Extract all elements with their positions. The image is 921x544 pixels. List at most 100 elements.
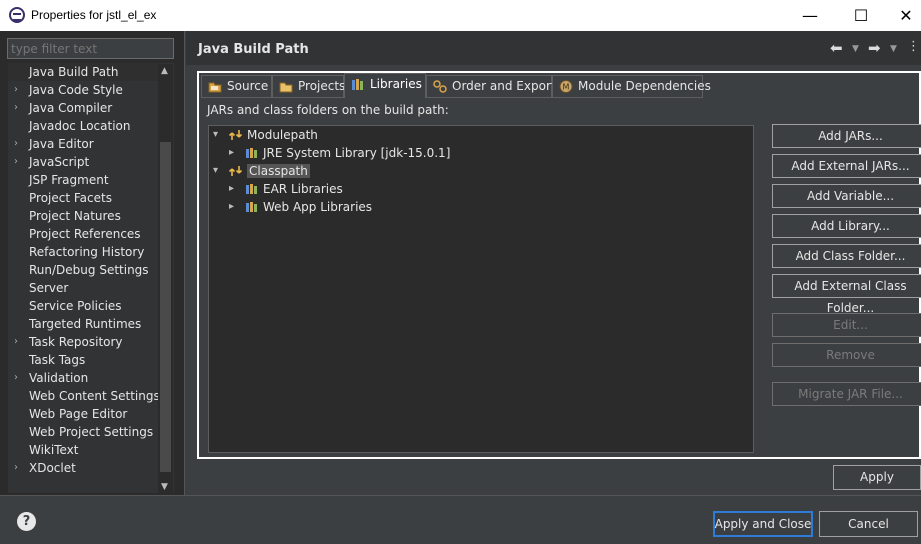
close-button[interactable]: ✕ bbox=[883, 0, 921, 31]
scroll-up-icon[interactable]: ▲ bbox=[161, 66, 168, 76]
library-icon bbox=[246, 184, 257, 194]
nav-item-label: Targeted Runtimes bbox=[29, 317, 142, 331]
edit-button[interactable]: Edit... bbox=[772, 313, 921, 337]
nav-item-label: Service Policies bbox=[29, 299, 122, 313]
tab-label: Projects bbox=[298, 79, 346, 93]
nav-item[interactable]: Refactoring History bbox=[8, 243, 158, 261]
nav-item[interactable]: › Java Code Style bbox=[8, 81, 158, 99]
nav-item-label: Refactoring History bbox=[29, 245, 145, 259]
expand-chevron-icon[interactable]: › bbox=[14, 369, 18, 387]
nav-item[interactable]: › Validation bbox=[8, 369, 158, 387]
nav-item-label: Project Facets bbox=[29, 191, 112, 205]
apply-button[interactable]: Apply bbox=[833, 465, 921, 490]
nav-item[interactable]: Javadoc Location bbox=[8, 117, 158, 135]
tree-node-classpath[interactable]: ▾ Classpath bbox=[209, 162, 310, 180]
properties-nav-panel: Java Build Path › Java Code Style › Java Com… bbox=[0, 31, 185, 495]
nav-item[interactable]: WikiText bbox=[8, 441, 158, 459]
nav-item[interactable]: Java Build Path bbox=[8, 63, 158, 81]
tree-node-label: Web App Libraries bbox=[263, 200, 373, 214]
projects-icon bbox=[279, 82, 293, 93]
collapsed-chevron-icon[interactable]: ▸ bbox=[229, 144, 234, 162]
nav-item[interactable]: › Java Editor bbox=[8, 135, 158, 153]
nav-item[interactable]: Project References bbox=[8, 225, 158, 243]
collapsed-chevron-icon[interactable]: ▸ bbox=[229, 198, 234, 216]
add-external-jars-button[interactable]: Add External JARs... bbox=[772, 154, 921, 178]
expand-chevron-icon[interactable]: › bbox=[14, 135, 18, 153]
view-menu-icon[interactable]: ⋮ bbox=[907, 39, 920, 54]
nav-item[interactable]: Server bbox=[8, 279, 158, 297]
expand-chevron-icon[interactable]: › bbox=[14, 153, 18, 171]
back-menu-chevron-icon[interactable]: ▼ bbox=[852, 44, 859, 54]
nav-item[interactable]: › Task Repository bbox=[8, 333, 158, 351]
add-variable-button[interactable]: Add Variable... bbox=[772, 184, 921, 208]
source-folder-icon bbox=[208, 82, 222, 93]
libraries-tree[interactable]: ▾ Modulepath ▸ JRE System Library [jdk-1… bbox=[208, 125, 754, 453]
tree-node-label: EAR Libraries bbox=[263, 182, 343, 196]
minimize-button[interactable]: — bbox=[787, 0, 833, 31]
nav-item[interactable]: Run/Debug Settings bbox=[8, 261, 158, 279]
nav-item[interactable]: Service Policies bbox=[8, 297, 158, 315]
expanded-chevron-icon[interactable]: ▾ bbox=[213, 162, 218, 180]
window-title: Properties for jstl_el_ex bbox=[31, 8, 157, 22]
nav-item-label: JavaScript bbox=[29, 155, 90, 169]
forward-arrow-icon[interactable]: ➡ bbox=[868, 39, 881, 57]
forward-menu-chevron-icon[interactable]: ▼ bbox=[890, 44, 897, 54]
tab-module-dependencies[interactable]: M Module Dependencies bbox=[552, 75, 711, 98]
tree-node-web-app-libraries[interactable]: ▸ Web App Libraries bbox=[225, 198, 372, 216]
nav-item-label: Project Natures bbox=[29, 209, 121, 223]
nav-item-label: Task Tags bbox=[29, 353, 86, 367]
tree-node-ear-libraries[interactable]: ▸ EAR Libraries bbox=[225, 180, 343, 198]
path-icon bbox=[229, 130, 243, 140]
maximize-button[interactable]: ☐ bbox=[838, 0, 884, 31]
scroll-down-icon[interactable]: ▼ bbox=[161, 482, 168, 492]
tree-node-label: Classpath bbox=[247, 164, 310, 178]
add-external-class-folder-button[interactable]: Add External Class Folder... bbox=[772, 274, 921, 315]
filter-input[interactable] bbox=[7, 38, 174, 59]
cancel-button[interactable]: Cancel bbox=[819, 511, 918, 537]
nav-scrollbar[interactable]: ▲ ▼ bbox=[158, 64, 173, 494]
expand-chevron-icon[interactable]: › bbox=[14, 99, 18, 117]
tree-node-jre-system-library[interactable]: ▸ JRE System Library [jdk-15.0.1] bbox=[225, 144, 450, 162]
collapsed-chevron-icon[interactable]: ▸ bbox=[229, 180, 234, 198]
remove-button[interactable]: Remove bbox=[772, 343, 921, 367]
path-icon bbox=[229, 166, 243, 176]
nav-item[interactable]: › Java Compiler bbox=[8, 99, 158, 117]
nav-item[interactable]: › JavaScript bbox=[8, 153, 158, 171]
expand-chevron-icon[interactable]: › bbox=[14, 333, 18, 351]
add-class-folder-button[interactable]: Add Class Folder... bbox=[772, 244, 921, 268]
expanded-chevron-icon[interactable]: ▾ bbox=[213, 126, 218, 144]
expand-chevron-icon[interactable]: › bbox=[14, 459, 18, 477]
libraries-icon bbox=[352, 79, 363, 90]
nav-item[interactable]: › XDoclet bbox=[8, 459, 158, 477]
build-path-tabs: Source Projects Libraries Order and Expo… bbox=[197, 71, 921, 459]
add-library-button[interactable]: Add Library... bbox=[772, 214, 921, 238]
nav-item[interactable]: Web Content Settings bbox=[8, 387, 160, 405]
back-arrow-icon[interactable]: ⬅ bbox=[830, 39, 843, 57]
tab-source[interactable]: Source bbox=[201, 75, 272, 98]
nav-item[interactable]: Task Tags bbox=[8, 351, 158, 369]
nav-item-label: Validation bbox=[29, 371, 89, 385]
apply-and-close-button[interactable]: Apply and Close bbox=[713, 511, 813, 537]
tab-projects[interactable]: Projects bbox=[272, 75, 346, 98]
tab-libraries[interactable]: Libraries bbox=[344, 73, 426, 98]
nav-item[interactable]: JSP Fragment bbox=[8, 171, 158, 189]
nav-item-label: WikiText bbox=[29, 443, 79, 457]
expand-chevron-icon[interactable]: › bbox=[14, 81, 18, 99]
nav-item[interactable]: Project Natures bbox=[8, 207, 158, 225]
properties-nav-tree: Java Build Path › Java Code Style › Java Com… bbox=[8, 63, 174, 493]
nav-item[interactable]: Web Page Editor bbox=[8, 405, 158, 423]
nav-item-label: Task Repository bbox=[29, 335, 123, 349]
nav-item[interactable]: Targeted Runtimes bbox=[8, 315, 158, 333]
add-jars-button[interactable]: Add JARs... bbox=[772, 124, 921, 148]
scrollbar-thumb[interactable] bbox=[160, 142, 171, 472]
tab-label: Source bbox=[227, 79, 269, 93]
migrate-jar-file-button[interactable]: Migrate JAR File... bbox=[772, 382, 921, 406]
nav-item-label: Java Editor bbox=[29, 137, 94, 151]
nav-item[interactable]: Web Project Settings bbox=[8, 423, 158, 441]
page-title: Java Build Path bbox=[198, 42, 309, 57]
tab-order-and-export[interactable]: Order and Export bbox=[426, 75, 556, 98]
nav-item[interactable]: Project Facets bbox=[8, 189, 158, 207]
tree-node-modulepath[interactable]: ▾ Modulepath bbox=[209, 126, 318, 144]
svg-text:M: M bbox=[563, 83, 570, 92]
help-icon[interactable]: ? bbox=[17, 512, 36, 531]
